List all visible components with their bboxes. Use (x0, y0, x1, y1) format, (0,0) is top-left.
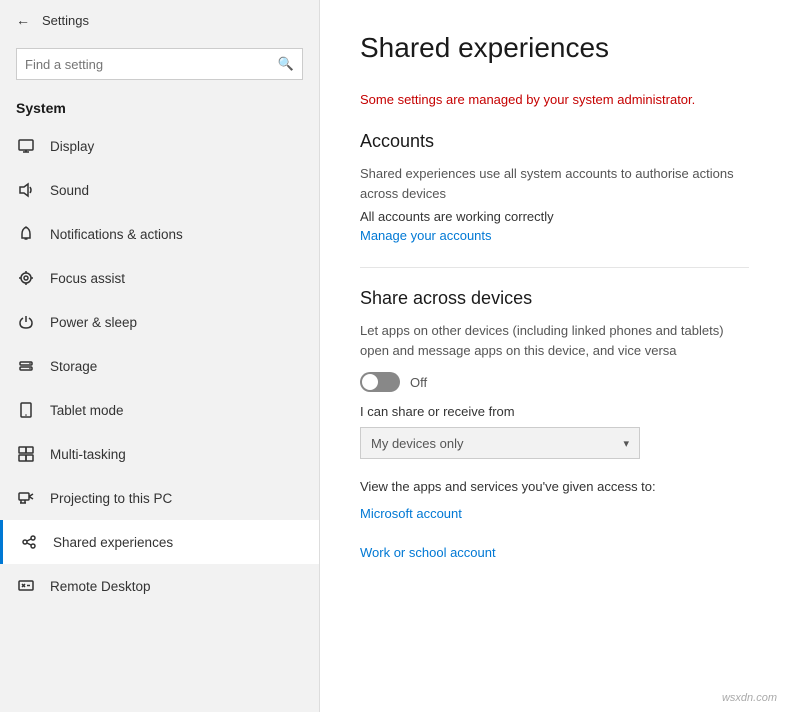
multitasking-icon (16, 444, 36, 464)
sidebar-item-remote-label: Remote Desktop (50, 579, 151, 594)
accounts-status: All accounts are working correctly (360, 209, 749, 224)
sidebar-item-notifications-label: Notifications & actions (50, 227, 183, 242)
admin-warning: Some settings are managed by your system… (360, 92, 749, 107)
sidebar-item-display[interactable]: Display (0, 124, 319, 168)
section-divider (360, 267, 749, 268)
dropdown-value: My devices only (371, 436, 463, 451)
main-content: Shared experiences Some settings are man… (320, 0, 789, 712)
sidebar-item-focus[interactable]: Focus assist (0, 256, 319, 300)
share-section-title: Share across devices (360, 288, 749, 309)
sidebar: ← Settings 🔍 System Display Sound (0, 0, 320, 712)
sidebar-item-tablet-label: Tablet mode (50, 403, 124, 418)
sidebar-item-sound[interactable]: Sound (0, 168, 319, 212)
sidebar-item-notifications[interactable]: Notifications & actions (0, 212, 319, 256)
microsoft-account-link[interactable]: Microsoft account (360, 506, 749, 521)
remote-icon (16, 576, 36, 596)
sound-icon (16, 180, 36, 200)
share-toggle-row: Off (360, 372, 749, 392)
sidebar-item-remote[interactable]: Remote Desktop (0, 564, 319, 608)
sidebar-item-multitasking[interactable]: Multi-tasking (0, 432, 319, 476)
projecting-icon (16, 488, 36, 508)
sidebar-item-projecting-label: Projecting to this PC (50, 491, 172, 506)
search-box[interactable]: 🔍 (16, 48, 303, 80)
sidebar-item-display-label: Display (50, 139, 94, 154)
sidebar-section-label: System (0, 88, 319, 124)
search-input[interactable] (17, 53, 270, 76)
power-icon (16, 312, 36, 332)
view-label: View the apps and services you've given … (360, 479, 749, 494)
sidebar-item-shared[interactable]: Shared experiences (0, 520, 319, 564)
sidebar-item-storage[interactable]: Storage (0, 344, 319, 388)
accounts-desc: Shared experiences use all system accoun… (360, 164, 749, 203)
manage-accounts-link[interactable]: Manage your accounts (360, 228, 749, 243)
sidebar-item-power[interactable]: Power & sleep (0, 300, 319, 344)
share-toggle-label: Off (410, 375, 427, 390)
focus-icon (16, 268, 36, 288)
work-account-link[interactable]: Work or school account (360, 545, 749, 560)
shared-icon (19, 532, 39, 552)
watermark: wsxdn.com (722, 692, 777, 704)
chevron-down-icon: ▾ (623, 437, 629, 450)
back-button[interactable]: ← (16, 12, 30, 28)
sidebar-item-storage-label: Storage (50, 359, 97, 374)
sidebar-item-projecting[interactable]: Projecting to this PC (0, 476, 319, 520)
tablet-icon (16, 400, 36, 420)
storage-icon (16, 356, 36, 376)
sidebar-item-shared-label: Shared experiences (53, 535, 173, 550)
sidebar-item-multitasking-label: Multi-tasking (50, 447, 126, 462)
devices-dropdown[interactable]: My devices only ▾ (360, 427, 640, 459)
sidebar-item-sound-label: Sound (50, 183, 89, 198)
share-toggle[interactable] (360, 372, 400, 392)
sidebar-item-focus-label: Focus assist (50, 271, 125, 286)
dropdown-label: I can share or receive from (360, 404, 749, 419)
accounts-section-title: Accounts (360, 131, 749, 152)
titlebar: ← Settings (0, 0, 319, 40)
page-title: Shared experiences (360, 32, 749, 64)
sidebar-item-power-label: Power & sleep (50, 315, 137, 330)
share-dropdown-row: I can share or receive from My devices o… (360, 404, 749, 459)
share-desc: Let apps on other devices (including lin… (360, 321, 749, 360)
notifications-icon (16, 224, 36, 244)
sidebar-item-tablet[interactable]: Tablet mode (0, 388, 319, 432)
display-icon (16, 136, 36, 156)
search-icon: 🔍 (270, 56, 302, 72)
titlebar-title: Settings (42, 13, 89, 28)
